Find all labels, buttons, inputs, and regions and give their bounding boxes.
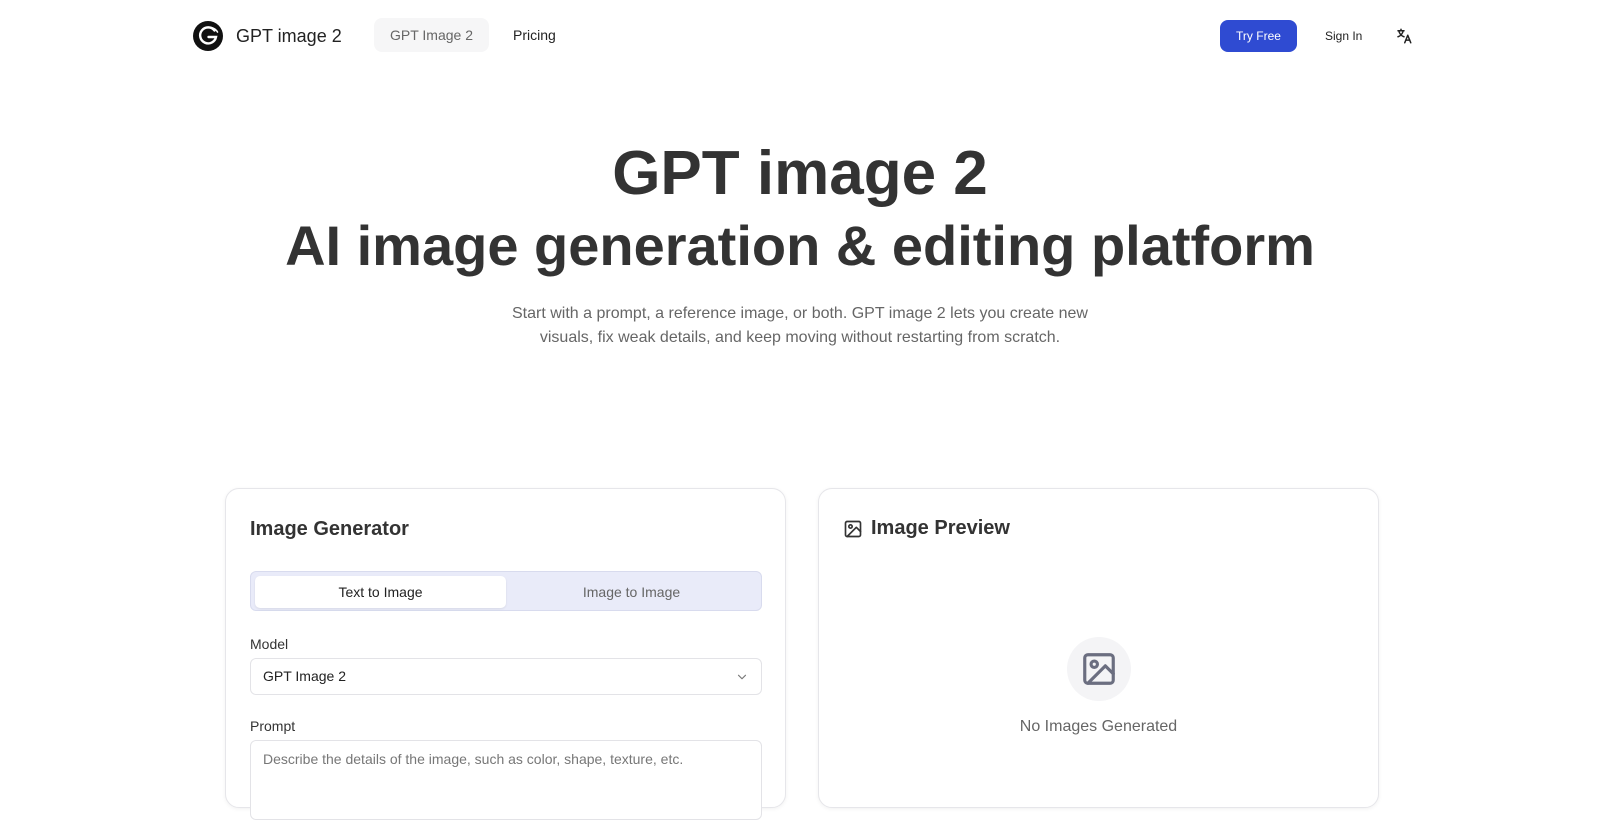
nav-link-gpt-image-2[interactable]: GPT Image 2 (374, 18, 490, 52)
brand-name: GPT image 2 (236, 25, 342, 46)
image-generator-card: Image Generator Text to Image Image to I… (225, 488, 786, 820)
nav-link-pricing[interactable]: Pricing (497, 18, 572, 52)
tab-text-to-image[interactable]: Text to Image (255, 576, 506, 608)
hero-description: Start with a prompt, a reference image, … (512, 305, 1088, 346)
brand-link[interactable]: GPT image 2 (192, 20, 342, 52)
hero-subtitle: AI image generation & editing platform (285, 214, 1315, 277)
empty-state-image-icon (1067, 637, 1131, 701)
image-icon (844, 520, 862, 537)
image-preview-card: Image Preview No Images Generated (818, 488, 1379, 808)
top-nav: GPT image 2 GPT Image 2 Pricing Try Free… (0, 0, 1600, 72)
hero-title: GPT image 2 (612, 139, 988, 208)
try-free-button[interactable]: Try Free (1220, 20, 1297, 52)
brand-logo-icon (193, 21, 223, 51)
preview-title: Image Preview (871, 517, 1010, 539)
tab-image-to-image[interactable]: Image to Image (506, 576, 757, 608)
model-select-value: GPT Image 2 (263, 668, 347, 684)
image-placeholder-icon (1083, 653, 1115, 685)
prompt-label: Prompt (250, 718, 296, 734)
translate-icon (1397, 28, 1412, 44)
model-select[interactable]: GPT Image 2 (250, 658, 762, 695)
preview-header: Image Preview (843, 517, 1010, 540)
sign-in-button[interactable]: Sign In (1313, 20, 1374, 52)
language-button[interactable] (1390, 22, 1418, 50)
chevron-down-icon (737, 674, 747, 680)
empty-state-text: No Images Generated (1019, 718, 1178, 735)
model-label: Model (250, 636, 289, 652)
prompt-input[interactable] (250, 740, 762, 820)
generator-title: Image Generator (250, 518, 409, 540)
mode-tabs: Text to Image Image to Image (250, 571, 762, 611)
